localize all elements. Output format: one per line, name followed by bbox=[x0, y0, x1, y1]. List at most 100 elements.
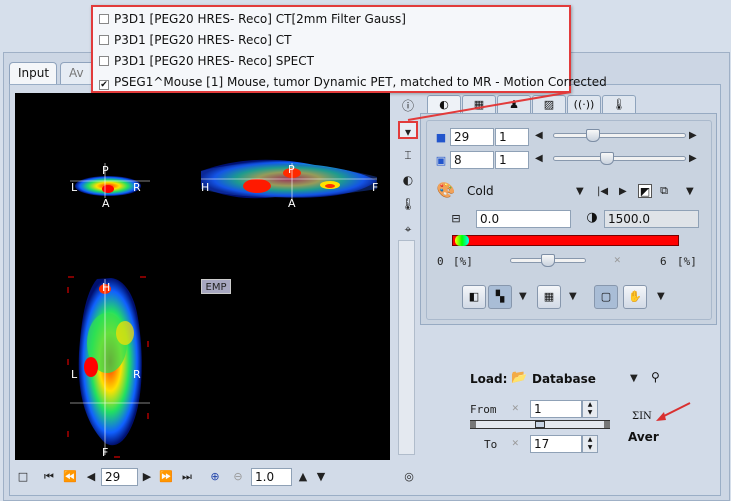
series-option-1[interactable]: P3D1 [PEG20 HRES- Reco] CT[2mm Filter Ga… bbox=[99, 9, 406, 29]
crosshair-icon[interactable]: ⌖ bbox=[398, 220, 418, 238]
colormap-options-icon[interactable]: ⧉ bbox=[657, 184, 671, 198]
grid-button[interactable]: ▦ bbox=[537, 285, 561, 309]
contrast-icon[interactable]: ◐ bbox=[398, 171, 418, 189]
series-dropdown-popup: P3D1 [PEG20 HRES- Reco] CT[2mm Filter Ga… bbox=[91, 5, 607, 93]
colormap-select[interactable]: Cold bbox=[467, 184, 494, 198]
reset-view-icon[interactable]: ◎ bbox=[400, 468, 418, 486]
aver-label[interactable]: Aver bbox=[628, 430, 659, 444]
overlay-button[interactable]: ▚ bbox=[488, 285, 512, 309]
axial-bottom-label: A bbox=[102, 197, 110, 210]
tab-signal[interactable]: ((·)) bbox=[567, 95, 601, 114]
coronal-left-label: L bbox=[71, 368, 78, 381]
tab-image[interactable]: ▨ bbox=[532, 95, 566, 114]
frame-slider[interactable] bbox=[553, 156, 686, 161]
thermometer-icon[interactable]: 🌡 bbox=[398, 195, 418, 213]
checkbox-checked-icon[interactable]: ✔ bbox=[99, 80, 109, 90]
layout-icon[interactable]: ⌶ bbox=[398, 146, 418, 164]
from-clear-icon[interactable]: ✕ bbox=[512, 401, 519, 414]
series-dropdown-button[interactable]: ▾ bbox=[398, 121, 418, 139]
from-input[interactable]: 1 bbox=[530, 400, 582, 418]
min-value-input[interactable]: 0.0 bbox=[476, 210, 571, 228]
series-option-4[interactable]: ✔ PSEG1^Mouse [1] Mouse, tumor Dynamic PE… bbox=[99, 72, 607, 92]
stop-icon[interactable]: □ bbox=[15, 468, 31, 486]
pct-max-unit: [%] bbox=[677, 255, 697, 268]
auto-contrast-icon[interactable]: ◑ bbox=[585, 211, 599, 225]
frame-icon: ▣ bbox=[435, 154, 447, 167]
zoom-input[interactable]: 1.0 bbox=[251, 468, 292, 486]
next-icon[interactable]: ▶ bbox=[140, 468, 154, 486]
pct-min-value: 0 bbox=[437, 255, 444, 268]
slice-prev-icon[interactable]: ◀ bbox=[535, 130, 543, 141]
pct-clear-icon[interactable]: ✕ bbox=[614, 253, 621, 266]
colormap-dropdown-icon[interactable]: ▼ bbox=[576, 186, 584, 197]
overlay-menu-icon[interactable]: ▼ bbox=[519, 291, 527, 302]
tab-color[interactable]: ◐ bbox=[427, 95, 461, 114]
color-bar-handle[interactable] bbox=[455, 235, 469, 246]
hand-button[interactable]: ✋ bbox=[623, 285, 647, 309]
hand-menu-icon[interactable]: ▼ bbox=[657, 291, 665, 302]
zoom-down-icon[interactable]: ▼ bbox=[315, 468, 327, 486]
colormap-prev-icon[interactable]: |◀ bbox=[597, 186, 608, 197]
range-slider-right-handle[interactable] bbox=[604, 421, 610, 428]
sum-label[interactable]: ΣIN bbox=[632, 411, 652, 422]
first-icon[interactable]: ⏮ bbox=[42, 468, 56, 486]
forward-icon[interactable]: ⏩ bbox=[158, 468, 174, 486]
slice-input[interactable]: 29 bbox=[450, 128, 494, 146]
load-dropdown-icon[interactable]: ▼ bbox=[630, 373, 638, 384]
range-slider-left-handle[interactable] bbox=[470, 421, 476, 428]
colormap-next-icon[interactable]: ▶ bbox=[619, 186, 627, 197]
zoom-in-icon[interactable]: ⊕ bbox=[207, 468, 223, 486]
slice-slider[interactable] bbox=[553, 133, 686, 138]
image-viewer[interactable]: P L R A P H F A H L R F EMP bbox=[15, 93, 390, 460]
grid-icon: ▦ bbox=[473, 98, 485, 111]
emp-label[interactable]: EMP bbox=[201, 279, 231, 294]
slice-step-input[interactable]: 1 bbox=[495, 128, 529, 146]
prev-icon[interactable]: ◀ bbox=[84, 468, 98, 486]
frame-slider-knob[interactable] bbox=[600, 152, 614, 165]
coronal-right-label: R bbox=[133, 368, 141, 381]
tab-input[interactable]: Input bbox=[9, 62, 57, 84]
tab-layout[interactable]: ▦ bbox=[462, 95, 496, 114]
info-icon[interactable]: ⓘ bbox=[398, 97, 418, 115]
to-spinner[interactable]: ▲ ▼ bbox=[582, 435, 598, 453]
to-input[interactable]: 17 bbox=[530, 435, 582, 453]
to-clear-icon[interactable]: ✕ bbox=[512, 436, 519, 449]
frame-step-input[interactable]: 1 bbox=[495, 151, 529, 169]
zoom-out-icon[interactable]: ⊖ bbox=[230, 468, 246, 486]
fusion-button[interactable]: ◧ bbox=[462, 285, 486, 309]
colormap-menu-icon[interactable]: ▼ bbox=[686, 186, 694, 197]
figure-icon: ♟ bbox=[509, 98, 519, 111]
series-option-2[interactable]: P3D1 [PEG20 HRES- Reco] CT bbox=[99, 30, 291, 50]
load-label: Load: bbox=[470, 372, 508, 386]
folder-icon: 📂 bbox=[511, 370, 528, 385]
from-spinner[interactable]: ▲ ▼ bbox=[582, 400, 598, 418]
thermometer-icon: 🌡 bbox=[612, 98, 626, 111]
range-slider-thumb[interactable] bbox=[535, 421, 545, 428]
max-value-input[interactable]: 1500.0 bbox=[604, 210, 699, 228]
vertical-scrollbar[interactable] bbox=[398, 240, 415, 455]
zoom-up-icon[interactable]: ▲ bbox=[297, 468, 309, 486]
last-icon[interactable]: ⏭ bbox=[180, 468, 194, 486]
checkbox-icon[interactable] bbox=[99, 35, 109, 45]
colormap-preset-icon[interactable]: ◩ bbox=[638, 184, 652, 198]
color-bar[interactable] bbox=[452, 235, 679, 246]
frame-next-icon[interactable]: ▶ bbox=[689, 153, 697, 164]
series-option-3[interactable]: P3D1 [PEG20 HRES- Reco] SPECT bbox=[99, 51, 314, 71]
wand-icon[interactable]: ⚲ bbox=[651, 370, 660, 384]
load-source[interactable]: Database bbox=[532, 372, 596, 386]
checkbox-icon[interactable] bbox=[99, 14, 109, 24]
slice-slider-knob[interactable] bbox=[586, 129, 600, 142]
frame-prev-icon[interactable]: ◀ bbox=[535, 153, 543, 164]
slice-icon: ■ bbox=[435, 131, 447, 144]
rewind-icon[interactable]: ⏪ bbox=[62, 468, 78, 486]
checkbox-icon[interactable] bbox=[99, 56, 109, 66]
pct-slider-knob[interactable] bbox=[541, 254, 555, 267]
grid-menu-icon[interactable]: ▼ bbox=[569, 291, 577, 302]
frame-input[interactable]: 8 bbox=[450, 151, 494, 169]
tab-3d[interactable]: ♟ bbox=[497, 95, 531, 114]
tab-thermo[interactable]: 🌡 bbox=[602, 95, 636, 114]
range-icon: ⊟ bbox=[451, 212, 461, 225]
bottom-slice-input[interactable]: 29 bbox=[101, 468, 138, 486]
slice-next-icon[interactable]: ▶ bbox=[689, 130, 697, 141]
roi-button[interactable]: ▢ bbox=[594, 285, 618, 309]
